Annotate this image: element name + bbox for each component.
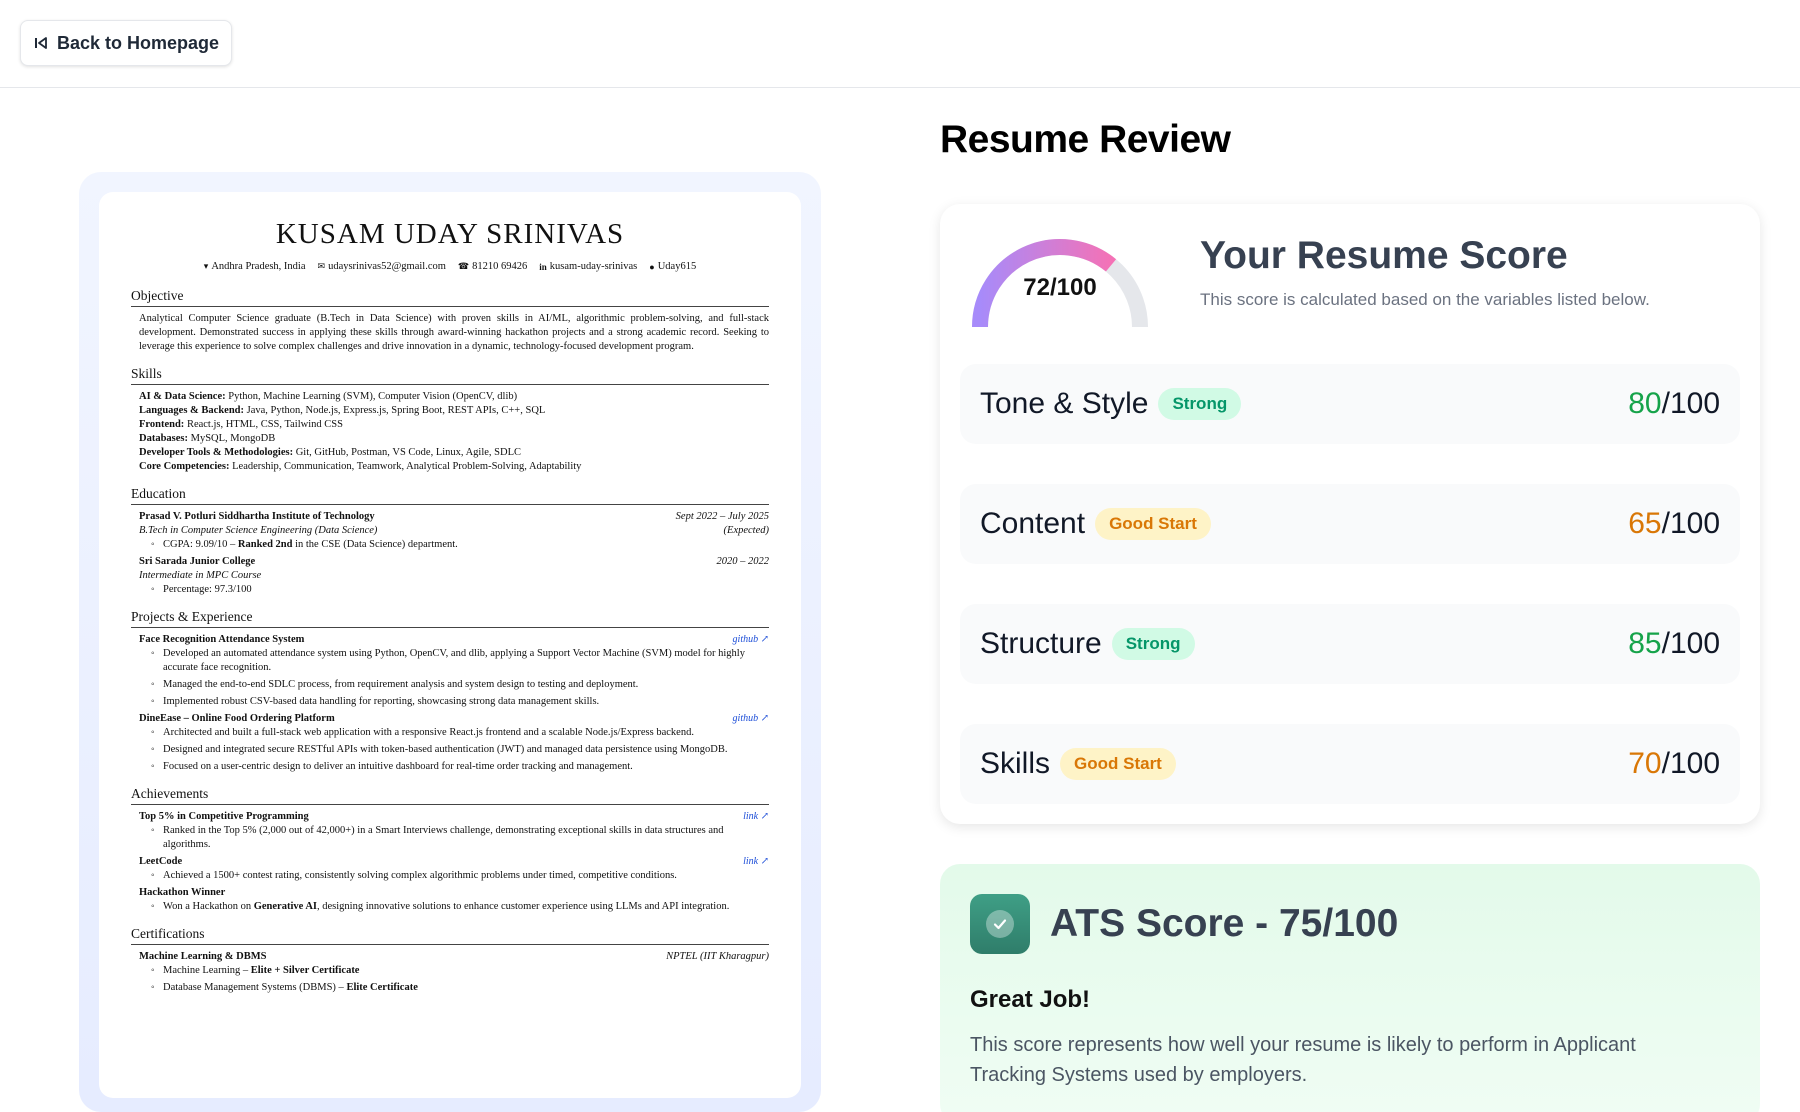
category-name: Skills <box>980 747 1051 780</box>
category-badge: Strong <box>1111 628 1195 660</box>
certification-bullet: Machine Learning – Elite + Silver Certif… <box>151 964 769 978</box>
project-bullet: Implemented robust CSV-based data handli… <box>151 695 769 709</box>
skill-line: Frontend: React.js, HTML, CSS, Tailwind … <box>139 419 343 430</box>
section-title: Projects & Experience <box>131 609 769 628</box>
project-github-link[interactable]: github ↗ <box>733 633 769 647</box>
top-bar: Back to Homepage <box>0 0 1800 88</box>
mail-icon: ✉ <box>317 261 326 271</box>
skip-back-icon <box>35 37 47 49</box>
skill-line: Languages & Backend: Java, Python, Node.… <box>139 405 546 416</box>
achievement-bullet: Ranked in the Top 5% (2,000 out of 42,00… <box>151 824 769 852</box>
achievement-bullet: Achieved a 1500+ contest rating, consist… <box>151 869 769 883</box>
certification-entry: Machine Learning & DBMS NPTEL (IIT Kharag… <box>139 951 769 962</box>
category-badge: Good Start <box>1095 508 1211 540</box>
achievement-link[interactable]: link ↗ <box>743 810 769 824</box>
achievement-bullet: Won a Hackathon on Generative AI, design… <box>151 900 769 914</box>
resume-score-card: 72/100 Your Resume Score This score is c… <box>940 204 1760 824</box>
resume-preview: KUSAM UDAY SRINIVAS ▾ Andhra Pradesh, Ind… <box>99 192 801 1098</box>
category-content[interactable]: Content Good Start 65/100 <box>960 484 1740 564</box>
phone-icon: ☎ <box>457 261 470 271</box>
category-badge: Strong <box>1158 388 1242 420</box>
contact-email: ✉ udaysrinivas52@gmail.com <box>318 261 446 272</box>
category-skills[interactable]: Skills Good Start 70/100 <box>960 724 1740 804</box>
section-title: Objective <box>131 288 769 307</box>
education-gpa: CGPA: 9.09/10 – Ranked 2nd in the CSE (D… <box>151 538 769 552</box>
skill-line: Developer Tools & Methodologies: Git, Gi… <box>139 447 521 458</box>
resume-name: KUSAM UDAY SRINIVAS <box>275 218 625 250</box>
linkedin-icon: in <box>539 261 547 272</box>
objective-text: Analytical Computer Science graduate (B.… <box>139 313 769 352</box>
section-title: Achievements <box>131 786 769 805</box>
category-name: Structure <box>980 627 1102 660</box>
gauge-value: 72/100 <box>1023 274 1097 301</box>
contact-text: udaysrinivas52@gmail.com <box>328 261 446 272</box>
certifications-section: Certifications Machine Learning & DBMS NP… <box>131 926 769 995</box>
category-score: 70/100 <box>1628 747 1720 780</box>
certification-bullet: Database Management Systems (DBMS) – Eli… <box>151 981 769 995</box>
category-score: 65/100 <box>1628 507 1720 540</box>
ats-score-title: ATS Score - 75/100 <box>1050 902 1399 945</box>
objective-section: Objective Analytical Computer Science gr… <box>131 288 769 354</box>
resume-contact-row: ▾ Andhra Pradesh, India ✉ udaysrinivas52@g… <box>131 261 769 272</box>
section-title: Skills <box>131 366 769 385</box>
category-score: 85/100 <box>1628 627 1720 660</box>
skill-line: Databases: MySQL, MongoDB <box>139 433 276 444</box>
project-entry: Face Recognition Attendance System github… <box>139 633 769 647</box>
contact-phone: ☎ 81210 69426 <box>458 261 527 272</box>
section-title: Certifications <box>131 926 769 945</box>
category-name: Content <box>980 507 1086 540</box>
skills-section: Skills AI & Data Science: Python, Machin… <box>131 366 769 474</box>
category-tone-style[interactable]: Tone & Style Strong 80/100 <box>960 364 1740 444</box>
contact-linkedin: in kusam-uday-srinivas <box>539 261 637 272</box>
contact-text: 81210 69426 <box>472 261 528 272</box>
category-name: Tone & Style <box>980 387 1149 420</box>
education-degree: Intermediate in MPC Course <box>139 570 262 581</box>
contact-text: kusam-uday-srinivas <box>549 261 638 272</box>
project-bullet: Focused on a user-centric design to deli… <box>151 760 769 774</box>
back-to-homepage-button[interactable]: Back to Homepage <box>20 20 233 66</box>
contact-text: Andhra Pradesh, India <box>211 261 306 272</box>
page-title: Resume Review <box>940 118 1231 161</box>
category-structure[interactable]: Structure Strong 85/100 <box>960 604 1740 684</box>
category-badge: Good Start <box>1060 748 1176 780</box>
ats-description: This score represents how well your resu… <box>970 1034 1636 1086</box>
education-entry: Prasad V. Potluri Siddhartha Institute o… <box>139 511 769 522</box>
project-entry: DineEase – Online Food Ordering Platform… <box>139 712 769 726</box>
contact-location: ▾ Andhra Pradesh, India <box>204 261 306 272</box>
achievements-section: Achievements Top 5% in Competitive Progr… <box>131 786 769 914</box>
achievement-entry: Top 5% in Competitive Programming link ↗ <box>139 810 769 824</box>
contact-github: ● Uday615 <box>649 261 696 272</box>
skill-line: AI & Data Science: Python, Machine Learn… <box>139 391 518 402</box>
ats-score-card: ATS Score - 75/100 Great Job! This score… <box>940 864 1760 1112</box>
github-icon: ● <box>649 261 655 272</box>
project-bullet: Architected and built a full-stack web a… <box>151 726 769 740</box>
projects-section: Projects & Experience Face Recognition A… <box>131 609 769 774</box>
resume-score-title: Your Resume Score <box>1200 234 1568 277</box>
location-icon: ▾ <box>203 261 209 271</box>
achievement-entry: LeetCode link ↗ <box>139 855 769 869</box>
education-percentage: Percentage: 97.3/100 <box>151 583 769 597</box>
category-score: 80/100 <box>1628 387 1720 420</box>
back-button-label: Back to Homepage <box>57 32 220 53</box>
section-title: Education <box>131 486 769 505</box>
education-section: Education Prasad V. Potluri Siddhartha I… <box>131 486 769 597</box>
education-degree: B.Tech in Computer Science Engineering (… <box>139 525 378 536</box>
project-github-link[interactable]: github ↗ <box>733 712 769 726</box>
skill-line: Core Competencies: Leadership, Communica… <box>139 461 582 472</box>
contact-text: Uday615 <box>657 261 697 272</box>
project-bullet: Managed the end-to-end SDLC process, fro… <box>151 678 769 692</box>
resume-score-subtitle: This score is calculated based on the va… <box>1200 290 1650 309</box>
project-bullet: Developed an automated attendance system… <box>151 647 769 675</box>
education-entry: Sri Sarada Junior College 2020 – 2022 <box>139 556 769 567</box>
education-expected: (Expected) <box>723 525 769 536</box>
achievement-entry: Hackathon Winner <box>139 887 226 898</box>
achievement-link[interactable]: link ↗ <box>743 855 769 869</box>
project-bullet: Designed and integrated secure RESTful A… <box>151 743 769 757</box>
ats-check-icon <box>970 894 1030 954</box>
ats-headline: Great Job! <box>970 986 1091 1013</box>
